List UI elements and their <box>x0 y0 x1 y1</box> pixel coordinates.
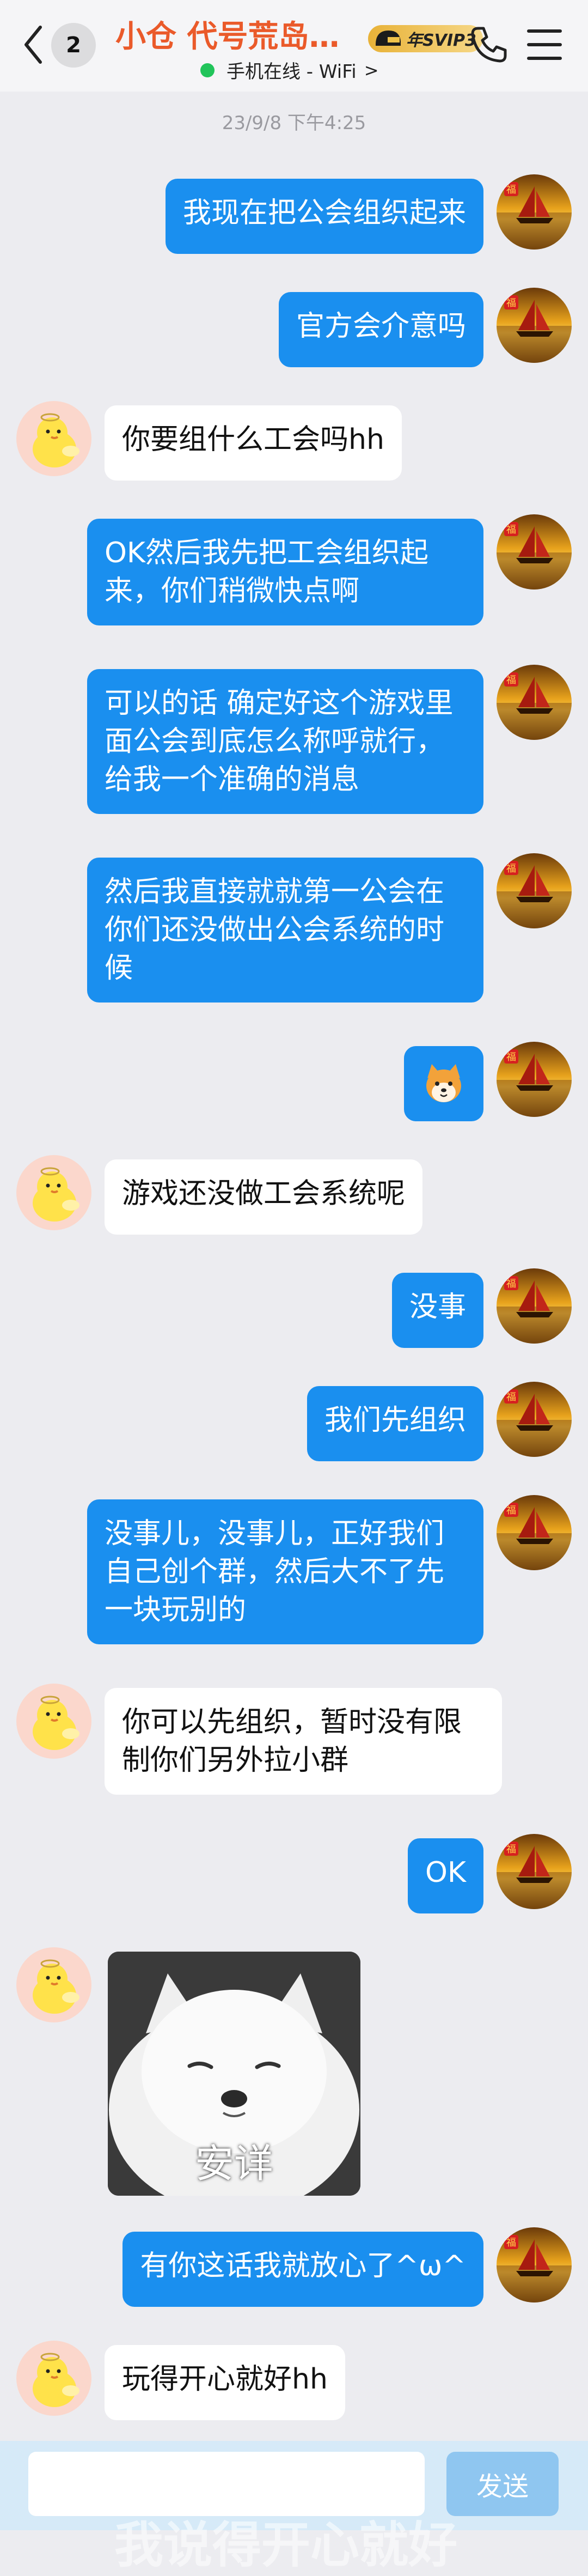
chat-header: 2 小仓 代号荒岛… 年SVIP3 手机在线 - WiFi > <box>0 0 588 92</box>
outgoing-message[interactable]: 可以的话 确定好这个游戏里面公会到底怎么称呼就行，给我一个准确的消息 <box>87 669 483 814</box>
my-avatar[interactable] <box>497 174 572 250</box>
outgoing-message[interactable]: 有你这话我就放心了^ω^ <box>122 2232 483 2307</box>
status-text: 手机在线 - WiFi <box>226 61 357 83</box>
message-timestamp: 23/9/8 下午4:25 <box>222 112 366 134</box>
online-status[interactable]: 手机在线 - WiFi > <box>200 57 379 83</box>
incoming-message[interactable]: 你要组什么工会吗hh <box>105 405 402 481</box>
my-avatar[interactable] <box>497 288 572 363</box>
my-avatar[interactable] <box>497 514 572 590</box>
my-avatar[interactable] <box>497 1382 572 1457</box>
outgoing-message[interactable]: 没事 <box>391 1273 483 1348</box>
incoming-message[interactable]: 玩得开心就好hh <box>105 2345 345 2420</box>
outgoing-message[interactable]: 我们先组织 <box>307 1386 483 1461</box>
my-avatar[interactable] <box>497 853 572 928</box>
my-avatar[interactable] <box>497 1042 572 1117</box>
outgoing-emoji-message[interactable] <box>404 1046 483 1121</box>
contact-avatar[interactable] <box>16 2341 91 2416</box>
unread-count-badge[interactable]: 2 <box>51 23 96 68</box>
menu-icon[interactable] <box>527 29 562 60</box>
my-avatar[interactable] <box>497 1495 572 1570</box>
online-dot-icon <box>200 63 215 77</box>
outgoing-message[interactable]: 没事儿，没事儿，正好我们自己创个群，然后大不了先一块玩别的 <box>87 1499 483 1644</box>
my-avatar[interactable] <box>497 1268 572 1344</box>
outgoing-message[interactable]: 然后我直接就就第一公会在你们还没做出公会系统的时候 <box>87 858 483 1003</box>
samoyed-sticker-image[interactable]: 安详 <box>108 1952 360 2196</box>
outgoing-message[interactable]: OK然后我先把工会组织起来，你们稍微快点啊 <box>87 519 483 625</box>
contact-name[interactable]: 小仓 代号荒岛… <box>115 12 340 56</box>
send-button[interactable]: 发送 <box>446 2452 559 2516</box>
outgoing-message[interactable]: 官方会介意吗 <box>278 292 483 367</box>
contact-avatar[interactable] <box>16 1684 91 1759</box>
incoming-message[interactable]: 游戏还没做工会系统呢 <box>105 1159 423 1235</box>
chevron-right-icon: > <box>364 59 379 81</box>
my-avatar[interactable] <box>497 665 572 740</box>
outgoing-message[interactable]: 我现在把公会组织起来 <box>165 179 483 254</box>
incoming-message[interactable]: 你可以先组织，暂时没有限制你们另外拉小群 <box>105 1688 502 1795</box>
message-input[interactable] <box>28 2452 425 2516</box>
shiba-dog-emoji-icon <box>426 1064 461 1102</box>
sticker-caption: 安详 <box>194 2141 273 2186</box>
contact-avatar[interactable] <box>16 1155 91 1230</box>
outgoing-message[interactable]: OK <box>407 1838 483 1913</box>
svip-badge[interactable]: 年SVIP3 <box>368 25 483 52</box>
contact-avatar[interactable] <box>16 1947 91 2022</box>
back-arrow-icon[interactable] <box>22 23 44 66</box>
my-avatar[interactable] <box>497 2227 572 2302</box>
svip-label: 年SVIP3 <box>406 31 476 50</box>
contact-avatar[interactable] <box>16 401 91 476</box>
message-input-bar: 我说得开心就好 发送 <box>0 2441 588 2574</box>
my-avatar[interactable] <box>497 1834 572 1909</box>
svip-helmet-icon <box>376 31 401 46</box>
phone-call-icon[interactable] <box>468 24 510 65</box>
